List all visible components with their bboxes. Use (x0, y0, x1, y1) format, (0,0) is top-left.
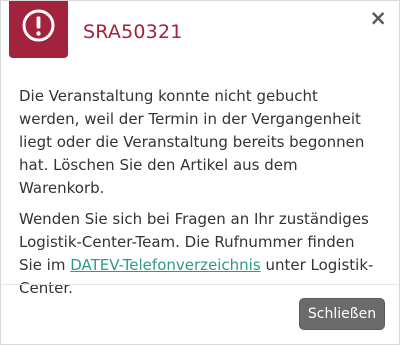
alert-circle-icon (22, 9, 55, 42)
error-message: Die Veranstaltung konnte nicht gebucht w… (19, 87, 365, 197)
dialog-header: SRA50321 × (1, 1, 399, 73)
error-dialog: SRA50321 × Die Veranstaltung konnte nich… (0, 0, 400, 345)
close-icon[interactable]: × (369, 8, 387, 29)
dialog-body: Die Veranstaltung konnte nicht gebucht w… (19, 85, 381, 308)
phone-directory-link[interactable]: DATEV-Telefonverzeichnis (70, 256, 260, 274)
close-button[interactable]: Schließen (299, 298, 385, 330)
alert-badge (9, 1, 68, 58)
dialog-title: SRA50321 (83, 21, 183, 43)
dialog-footer: Schließen (1, 284, 399, 345)
